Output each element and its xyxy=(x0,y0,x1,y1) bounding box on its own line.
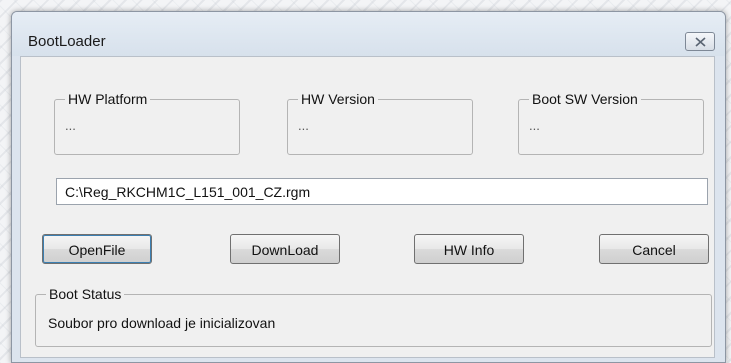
boot-status-message: Soubor pro download je inicializovan xyxy=(48,315,276,331)
download-button[interactable]: DownLoad xyxy=(230,234,340,264)
hw-platform-label: HW Platform xyxy=(65,91,151,107)
boot-sw-version-label: Boot SW Version xyxy=(529,91,641,107)
dialog-client-area: HW Platform ... HW Version ... Boot SW V… xyxy=(20,56,715,358)
close-icon xyxy=(695,37,706,47)
close-button[interactable] xyxy=(685,32,715,51)
title-bar[interactable]: BootLoader xyxy=(12,12,725,56)
file-path-input[interactable] xyxy=(56,178,708,205)
hw-version-value: ... xyxy=(298,118,309,133)
hw-version-group: HW Version ... xyxy=(287,91,473,155)
hw-platform-group: HW Platform ... xyxy=(54,91,240,155)
open-file-button[interactable]: OpenFile xyxy=(42,234,152,264)
boot-status-label: Boot Status xyxy=(46,286,125,302)
hw-info-button[interactable]: HW Info xyxy=(414,234,524,264)
boot-sw-version-group: Boot SW Version ... xyxy=(518,91,704,155)
hw-version-label: HW Version xyxy=(298,91,378,107)
bootloader-dialog: BootLoader HW Platform ... HW Version ..… xyxy=(11,11,726,363)
cancel-button[interactable]: Cancel xyxy=(599,234,709,264)
boot-sw-version-value: ... xyxy=(529,118,540,133)
hw-platform-value: ... xyxy=(65,118,76,133)
window-title: BootLoader xyxy=(28,33,106,50)
boot-status-group: Boot Status Soubor pro download je inici… xyxy=(35,286,712,347)
